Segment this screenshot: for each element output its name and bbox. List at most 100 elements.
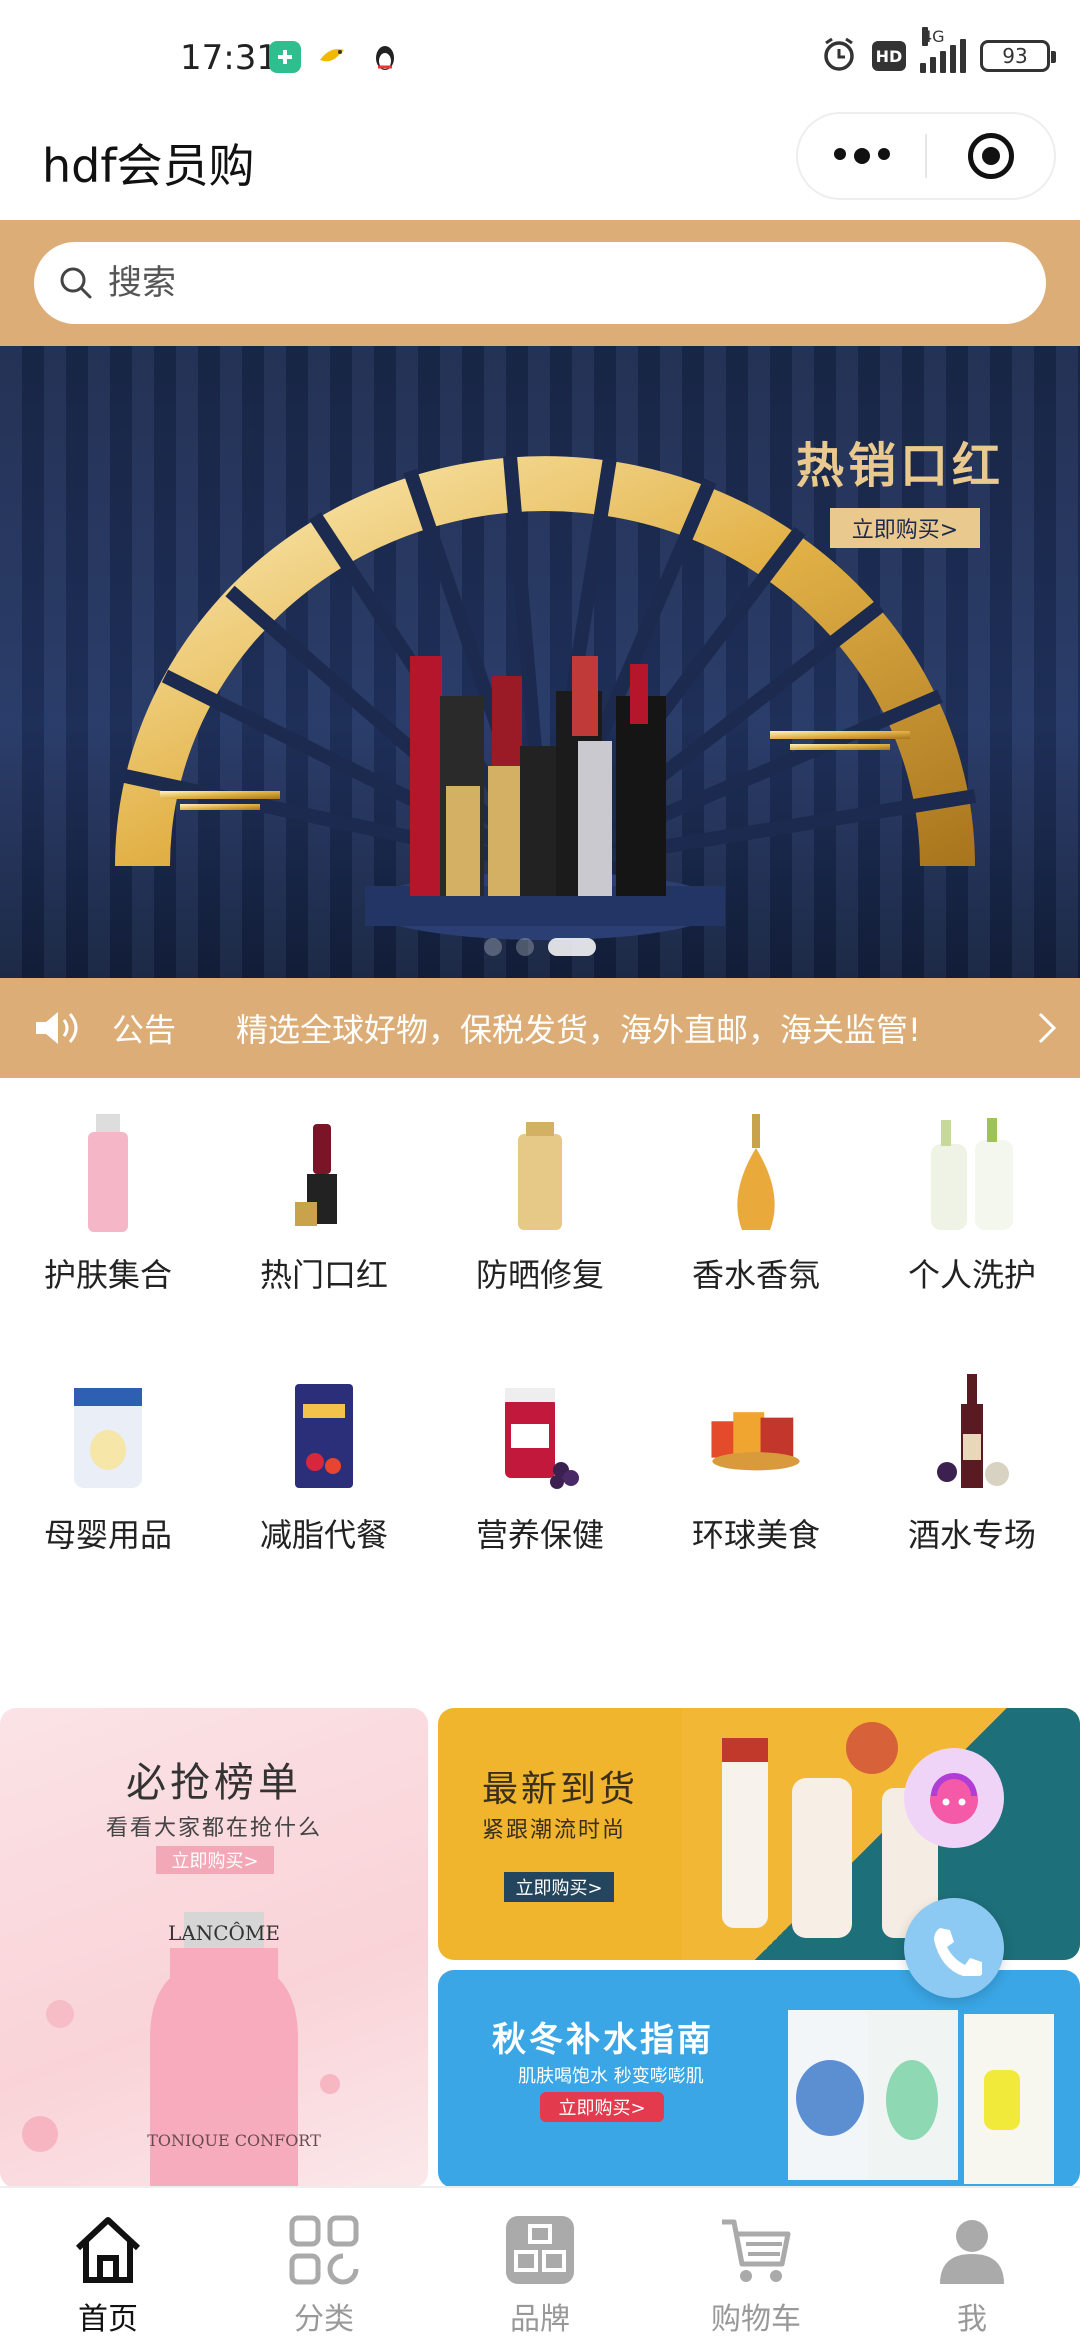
network-label: 4G: [922, 27, 945, 46]
more-button[interactable]: [798, 114, 925, 198]
profile-icon: [940, 2220, 1004, 2284]
tab-brand[interactable]: 品牌: [432, 2188, 648, 2340]
more-icon: [833, 148, 890, 164]
category-wine[interactable]: 酒水专场: [864, 1374, 1080, 1634]
category-sunscreen[interactable]: 防晒修复: [432, 1114, 648, 1374]
new-arrival-buy-button[interactable]: 立即购买>: [504, 1872, 614, 1902]
sunscreen-icon: [490, 1114, 590, 1234]
rank-title: 必抢榜单: [126, 1760, 302, 1806]
carousel-dot[interactable]: [484, 938, 502, 956]
category-personal-care[interactable]: 个人洗护: [864, 1114, 1080, 1374]
chevron-right-icon: [1038, 1012, 1057, 1044]
rank-product-label-svg: TONIQUE CONFORT: [147, 2131, 321, 2150]
category-label: 减脂代餐: [259, 1516, 388, 1554]
category-label: 个人洗护: [907, 1256, 1036, 1294]
rank-product-brand: LANCÔME: [168, 1920, 280, 1945]
snacks-icon: [706, 1374, 806, 1494]
rank-product-name: TONIQUE CONFORT: [147, 2131, 321, 2150]
bird-notification-icon: [316, 40, 350, 74]
new-arrival-photo: [682, 1708, 1080, 1960]
promo-rank-card[interactable]: 必抢榜单 看看大家都在抢什么 立即购买> LANCÔME TONIQUE CON…: [0, 1708, 428, 2188]
tab-profile[interactable]: 我: [864, 2188, 1080, 2340]
winter-title: 秋冬补水指南: [492, 2020, 714, 2060]
signal-icon: 4G: [920, 27, 966, 73]
search-input[interactable]: [108, 263, 1008, 303]
toner-bottle-icon: [58, 1114, 158, 1234]
category-baby[interactable]: 母婴用品: [0, 1374, 216, 1634]
tab-label: 首页: [78, 2302, 138, 2337]
notice-label: 公告: [112, 1011, 177, 1049]
winter-subtitle: 肌肤喝饱水 秒变嘭嘭肌: [518, 2066, 704, 2087]
shampoo-icon: [922, 1114, 1022, 1234]
category-label: 香水香氛: [691, 1256, 820, 1294]
category-label: 环球美食: [691, 1516, 820, 1554]
nav-bar: hdf会员购: [0, 110, 1080, 220]
hd-badge: HD: [872, 41, 906, 71]
notice-text: 精选全球好物，保税发货，海外直邮，海关监管!: [236, 1011, 921, 1049]
rank-subtitle: 看看大家都在抢什么: [105, 1816, 322, 1841]
tab-label: 我: [957, 2302, 987, 2337]
category-lipstick[interactable]: 热门口红: [216, 1114, 432, 1374]
status-time: 17:31: [180, 38, 278, 78]
category-label: 酒水专场: [907, 1516, 1036, 1554]
category-food[interactable]: 环球美食: [648, 1374, 864, 1634]
carousel-dot[interactable]: [516, 938, 534, 956]
status-right: HD 4G 93: [820, 27, 1056, 77]
category-label: 护肤集合: [43, 1256, 172, 1294]
page-title: hdf会员购: [42, 139, 255, 193]
tab-label: 品牌: [510, 2302, 570, 2337]
category-label: 热门口红: [259, 1256, 388, 1294]
status-bar: 17:31 HD 4G 93: [0, 0, 1080, 110]
customer-service-icon: [930, 1773, 978, 1824]
category-grid: 护肤集合 热门口红 防晒修复 香水香氛 个人洗护 母婴用品 减脂代餐 营养保健 …: [0, 1078, 1080, 1708]
lipstick-icon: [274, 1114, 374, 1234]
category-nutrition[interactable]: 营养保健: [432, 1374, 648, 1634]
banner-title: 热销口红: [796, 438, 1005, 494]
category-skincare[interactable]: 护肤集合: [0, 1114, 216, 1374]
alarm-icon: [820, 35, 858, 77]
wine-icon: [922, 1374, 1022, 1494]
tab-cart[interactable]: 购物车: [648, 2188, 864, 2340]
brand-icon: [506, 2216, 574, 2284]
battery-icon: 93: [980, 40, 1056, 72]
carousel-indicator: [0, 938, 1080, 956]
category-label: 营养保健: [475, 1516, 604, 1554]
category-label: 母婴用品: [43, 1516, 172, 1554]
diet-pack-icon: [274, 1374, 374, 1494]
carousel-dot-active[interactable]: [548, 938, 596, 956]
perfume-icon: [706, 1114, 806, 1234]
mini-program-capsule: [796, 112, 1056, 200]
new-arrival-subtitle: 紧跟潮流时尚: [482, 1818, 627, 1843]
tab-label: 分类: [294, 2302, 354, 2337]
tab-category[interactable]: 分类: [216, 2188, 432, 2340]
search-section: [0, 220, 1080, 346]
close-button[interactable]: [927, 114, 1054, 198]
winter-masks-illustration: [788, 2010, 1054, 2184]
category-label: 防晒修复: [475, 1256, 604, 1294]
phone-icon: [934, 1928, 982, 1976]
banner-buy-button[interactable]: 立即购买>: [830, 508, 980, 548]
new-arrival-title: 最新到货: [482, 1769, 639, 1810]
category-perfume[interactable]: 香水香氛: [648, 1114, 864, 1374]
supplement-icon: [490, 1374, 590, 1494]
search-box[interactable]: [34, 242, 1046, 324]
promo-winter-card[interactable]: 秋冬补水指南 肌肤喝饱水 秒变嘭嘭肌 立即购买>: [438, 1970, 1080, 2188]
rank-buy-button[interactable]: 立即购买>: [156, 1846, 274, 1874]
category-icon: [289, 2215, 359, 2285]
winter-buy-button[interactable]: 立即购买>: [540, 2092, 664, 2122]
category-diet[interactable]: 减脂代餐: [216, 1374, 432, 1634]
app-notification-icon: [268, 40, 302, 74]
tab-bar: 首页 分类 品牌 购物车 我: [0, 2186, 1080, 2340]
tab-home[interactable]: 首页: [0, 2188, 216, 2340]
cart-icon: [722, 2219, 791, 2282]
search-icon: [60, 267, 92, 299]
milk-powder-icon: [58, 1374, 158, 1494]
customer-service-button[interactable]: [904, 1748, 1004, 1848]
banner-carousel[interactable]: 热销口红 立即购买>: [0, 346, 1080, 978]
phone-call-button[interactable]: [904, 1898, 1004, 1998]
notice-bar[interactable]: 公告 精选全球好物，保税发货，海外直邮，海关监管!: [0, 978, 1080, 1078]
close-target-icon: [967, 133, 1014, 179]
tab-label: 购物车: [711, 2302, 801, 2337]
home-icon: [75, 2217, 141, 2283]
qq-penguin-icon: [368, 40, 402, 74]
